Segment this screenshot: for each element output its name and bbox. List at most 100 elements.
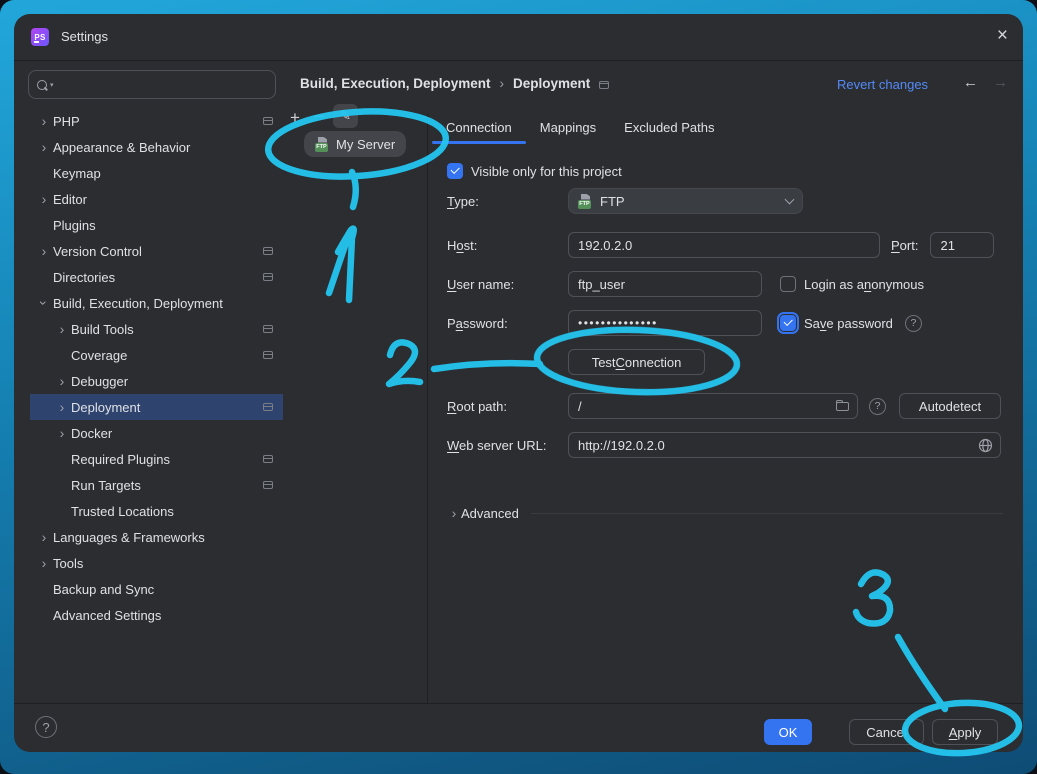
type-label: Type:: [447, 194, 568, 209]
ok-button[interactable]: OK: [764, 719, 812, 745]
root-path-input[interactable]: [568, 393, 858, 419]
sidebar-item-label: Run Targets: [71, 478, 141, 493]
save-password-label: Save password: [804, 316, 893, 331]
sidebar-item-php[interactable]: ›PHP: [30, 108, 283, 134]
window-title: Settings: [61, 29, 108, 44]
save-password-help-icon[interactable]: ?: [905, 315, 922, 332]
password-input[interactable]: [568, 310, 762, 336]
remove-server-button[interactable]: −: [314, 108, 324, 125]
settings-tree: ›PHP›Appearance & Behavior›Keymap›Editor…: [30, 108, 283, 628]
search-options-caret-icon[interactable]: ▾: [50, 81, 54, 89]
server-list-item-my-server[interactable]: FTP My Server: [304, 131, 406, 157]
anonymous-checkbox[interactable]: [780, 276, 796, 292]
add-server-button[interactable]: +: [290, 109, 300, 126]
sidebar-item-trusted-locations[interactable]: ›Trusted Locations: [30, 498, 283, 524]
project-settings-marker-icon: [263, 117, 273, 125]
back-arrow-icon[interactable]: ←: [963, 74, 978, 91]
chevron-right-icon[interactable]: ›: [35, 192, 53, 206]
sidebar-item-editor[interactable]: ›Editor: [30, 186, 283, 212]
chevron-right-icon[interactable]: ›: [35, 530, 53, 544]
project-settings-marker-icon: [263, 351, 273, 359]
sidebar-item-label: Advanced Settings: [53, 608, 161, 623]
phpstorm-logo-icon: PS: [31, 28, 49, 46]
desktop-background: PS Settings × ▾ ›PHP›Appearance & Behavi…: [0, 0, 1037, 774]
cancel-button[interactable]: Cancel: [849, 719, 924, 745]
host-label: Host:: [447, 238, 568, 253]
test-connection-row: Test Connection: [447, 349, 1003, 375]
forward-arrow-icon: →: [993, 74, 1008, 91]
sidebar-item-appearance-behavior[interactable]: ›Appearance & Behavior: [30, 134, 283, 160]
host-input[interactable]: [568, 232, 880, 258]
globe-icon[interactable]: [978, 438, 993, 456]
sidebar-item-label: PHP: [53, 114, 80, 129]
sidebar-item-label: Languages & Frameworks: [53, 530, 205, 545]
test-connection-button[interactable]: Test Connection: [568, 349, 705, 375]
sidebar-item-label: Docker: [71, 426, 112, 441]
settings-search-box[interactable]: ▾: [28, 70, 276, 99]
sidebar-item-advanced-settings[interactable]: ›Advanced Settings: [30, 602, 283, 628]
sidebar-item-label: Deployment: [71, 400, 140, 415]
sidebar-item-label: Required Plugins: [71, 452, 170, 467]
root-path-row: Root path: ? Autodetect: [447, 393, 1003, 419]
web-url-input[interactable]: [568, 432, 1001, 458]
chevron-right-icon[interactable]: ›: [53, 400, 71, 414]
sidebar-item-debugger[interactable]: ›Debugger: [30, 368, 283, 394]
help-icon[interactable]: ?: [35, 716, 57, 738]
user-name-input[interactable]: [568, 271, 762, 297]
tab-excluded-paths[interactable]: Excluded Paths: [610, 110, 728, 144]
breadcrumb-part-2[interactable]: Deployment: [513, 76, 590, 91]
search-input[interactable]: [59, 76, 267, 93]
sidebar-item-deployment[interactable]: ›Deployment: [30, 394, 283, 420]
chevron-down-icon[interactable]: ›: [37, 294, 51, 312]
sidebar-item-build-execution-deployment[interactable]: ›Build, Execution, Deployment: [30, 290, 283, 316]
sidebar-item-label: Editor: [53, 192, 87, 207]
tab-mappings[interactable]: Mappings: [526, 110, 610, 144]
chevron-right-icon: ›: [447, 506, 461, 520]
tab-connection[interactable]: Connection: [432, 110, 526, 144]
chevron-right-icon[interactable]: ›: [35, 114, 53, 128]
deployment-tabs: Connection Mappings Excluded Paths: [432, 110, 729, 144]
sidebar-item-keymap[interactable]: ›Keymap: [30, 160, 283, 186]
sidebar-item-docker[interactable]: ›Docker: [30, 420, 283, 446]
visible-only-checkbox[interactable]: [447, 163, 463, 179]
sidebar-item-plugins[interactable]: ›Plugins: [30, 212, 283, 238]
chevron-right-icon[interactable]: ›: [35, 556, 53, 570]
advanced-label: Advanced: [461, 506, 519, 521]
breadcrumb-part-1[interactable]: Build, Execution, Deployment: [300, 76, 491, 91]
sidebar-item-version-control[interactable]: ›Version Control: [30, 238, 283, 264]
sidebar-item-label: Trusted Locations: [71, 504, 174, 519]
sidebar-item-required-plugins[interactable]: ›Required Plugins: [30, 446, 283, 472]
pencil-icon: ✎: [340, 108, 351, 124]
sidebar-item-label: Directories: [53, 270, 115, 285]
ftp-server-icon: FTP: [315, 137, 330, 152]
chevron-right-icon[interactable]: ›: [53, 426, 71, 440]
apply-button[interactable]: Apply: [932, 719, 998, 745]
sidebar-item-languages-frameworks[interactable]: ›Languages & Frameworks: [30, 524, 283, 550]
port-input[interactable]: [930, 232, 994, 258]
chevron-right-icon[interactable]: ›: [35, 244, 53, 258]
save-password-checkbox[interactable]: [780, 315, 796, 331]
web-url-row: Web server URL:: [447, 432, 1003, 458]
root-path-help-icon[interactable]: ?: [869, 398, 886, 415]
user-row: User name: Login as anonymous: [447, 271, 1003, 297]
revert-changes-link[interactable]: Revert changes: [837, 77, 928, 92]
sidebar-item-label: Build, Execution, Deployment: [53, 296, 223, 311]
chevron-right-icon[interactable]: ›: [35, 140, 53, 154]
close-icon[interactable]: ×: [997, 23, 1008, 49]
visible-project-row: Visible only for this project: [447, 158, 1003, 184]
sidebar-item-coverage[interactable]: ›Coverage: [30, 342, 283, 368]
chevron-right-icon[interactable]: ›: [53, 322, 71, 336]
folder-browse-icon[interactable]: [836, 402, 849, 411]
password-row: Password: Save password ?: [447, 310, 1003, 336]
sidebar-item-backup-and-sync[interactable]: ›Backup and Sync: [30, 576, 283, 602]
edit-server-button[interactable]: ✎: [333, 104, 358, 128]
sidebar-item-directories[interactable]: ›Directories: [30, 264, 283, 290]
sidebar-item-build-tools[interactable]: ›Build Tools: [30, 316, 283, 342]
chevron-right-icon[interactable]: ›: [53, 374, 71, 388]
sidebar-item-tools[interactable]: ›Tools: [30, 550, 283, 576]
footer-divider: [14, 703, 1023, 704]
advanced-section-toggle[interactable]: › Advanced: [447, 500, 1003, 526]
sidebar-item-run-targets[interactable]: ›Run Targets: [30, 472, 283, 498]
type-dropdown[interactable]: FTP FTP: [568, 188, 803, 214]
autodetect-button[interactable]: Autodetect: [899, 393, 1001, 419]
